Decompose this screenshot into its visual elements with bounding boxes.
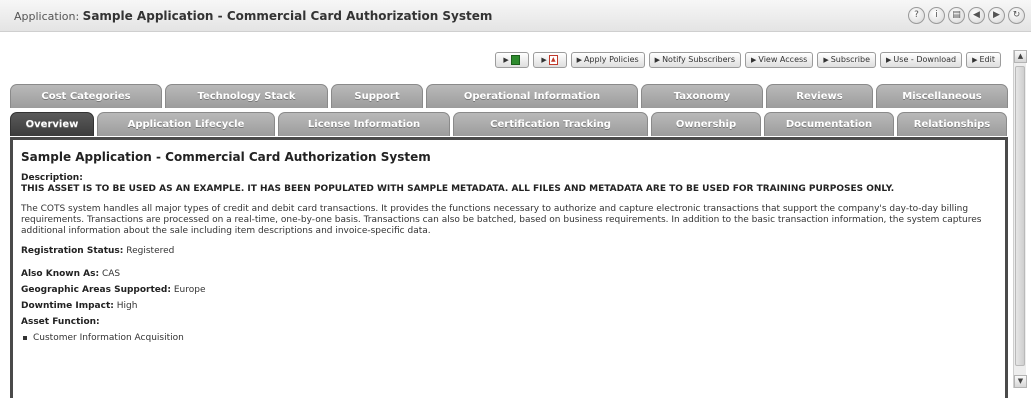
back-icon[interactable]: ◀ [968,7,985,24]
downtime-impact: Downtime Impact: High [21,301,997,312]
arrow-icon: ▶ [751,56,757,64]
downtime-impact-label: Downtime Impact: [21,301,114,311]
description-label: Description: [21,173,83,183]
downtime-impact-value: High [116,301,138,311]
tab-overview[interactable]: Overview [10,112,94,136]
view-access-button[interactable]: ▶ View Access [745,52,814,68]
arrow-icon: ▶ [541,56,547,64]
vertical-scrollbar[interactable]: ▲ ▼ [1013,50,1027,388]
bullet-icon [23,335,27,340]
arrow-icon: ▶ [823,56,829,64]
action-toolbar: ▶ ▶ ▲ ▶ Apply Policies ▶ Notify Subscribers… [494,52,1001,68]
asset-function: Asset Function: [21,317,997,328]
registration-status-label: Registration Status: [21,246,124,256]
export-pdf-button[interactable]: ▶ ▲ [532,52,567,68]
arrow-icon: ▶ [654,56,661,64]
tab-row-secondary: Cost Categories Technology Stack Support… [10,84,1008,108]
also-known-as: Also Known As: CAS [21,269,997,280]
window-title: Application: Sample Application - Commer… [14,9,492,23]
scroll-thumb[interactable] [1015,66,1025,366]
tab-reviews[interactable]: Reviews [766,84,873,108]
tab-documentation[interactable]: Documentation [764,112,894,136]
geographic-areas: Geographic Areas Supported: Europe [21,285,997,296]
scroll-up-icon[interactable]: ▲ [1014,50,1027,63]
use-download-button[interactable]: ▶ Use - Download [880,52,963,68]
print-icon[interactable]: ▤ [948,7,965,24]
excel-icon [510,55,520,65]
tab-application-lifecycle[interactable]: Application Lifecycle [97,112,275,136]
tab-taxonomy[interactable]: Taxonomy [641,84,763,108]
scroll-down-icon[interactable]: ▼ [1014,375,1027,388]
page-title: Sample Application - Commercial Card Aut… [21,150,431,164]
tab-support[interactable]: Support [331,84,423,108]
tab-license-information[interactable]: License Information [278,112,450,136]
arrow-icon: ▶ [972,56,978,64]
apply-policies-button[interactable]: ▶ Apply Policies [570,52,645,68]
tab-ownership[interactable]: Ownership [651,112,761,136]
registration-status: Registration Status: Registered [21,246,997,257]
tab-certification-tracking[interactable]: Certification Tracking [453,112,648,136]
title-prefix: Application: [14,10,80,23]
notify-subscribers-button[interactable]: ▶ Notify Subscribers [648,52,742,68]
tab-technology-stack[interactable]: Technology Stack [165,84,328,108]
pdf-icon: ▲ [548,55,558,65]
tab-row-primary: Overview Application Lifecycle License I… [10,112,1007,136]
asset-function-label: Asset Function: [21,317,100,327]
arrow-icon: ▶ [886,56,892,64]
geographic-areas-label: Geographic Areas Supported: [21,285,171,295]
forward-icon[interactable]: ▶ [988,7,1005,24]
registration-status-value: Registered [126,246,175,256]
window-controls: ? i ▤ ◀ ▶ ↻ [908,7,1025,24]
tab-cost-categories[interactable]: Cost Categories [10,84,162,108]
tab-miscellaneous[interactable]: Miscellaneous [876,84,1008,108]
arrow-icon: ▶ [576,56,582,64]
description-text: The COTS system handles all major types … [21,204,982,236]
tab-relationships[interactable]: Relationships [897,112,1007,136]
geographic-areas-value: Europe [173,285,206,295]
refresh-icon[interactable]: ↻ [1008,7,1025,24]
tab-operational-information[interactable]: Operational Information [426,84,638,108]
application-title: Sample Application - Commercial Card Aut… [82,9,493,23]
also-known-as-label: Also Known As: [21,269,100,279]
help-icon[interactable]: ? [908,7,925,24]
export-excel-button[interactable]: ▶ [494,52,529,68]
arrow-icon: ▶ [503,56,509,64]
description-notice: THIS ASSET IS TO BE USED AS AN EXAMPLE. … [21,184,895,194]
edit-button[interactable]: ▶ Edit [966,52,1001,68]
info-icon[interactable]: i [928,7,945,24]
also-known-as-value: CAS [101,269,121,279]
subscribe-button[interactable]: ▶ Subscribe [817,52,877,68]
list-item: Customer Information Acquisition [21,333,997,344]
overview-panel: Sample Application - Commercial Card Aut… [10,137,1008,398]
title-bar: Application: Sample Application - Commer… [0,0,1031,32]
